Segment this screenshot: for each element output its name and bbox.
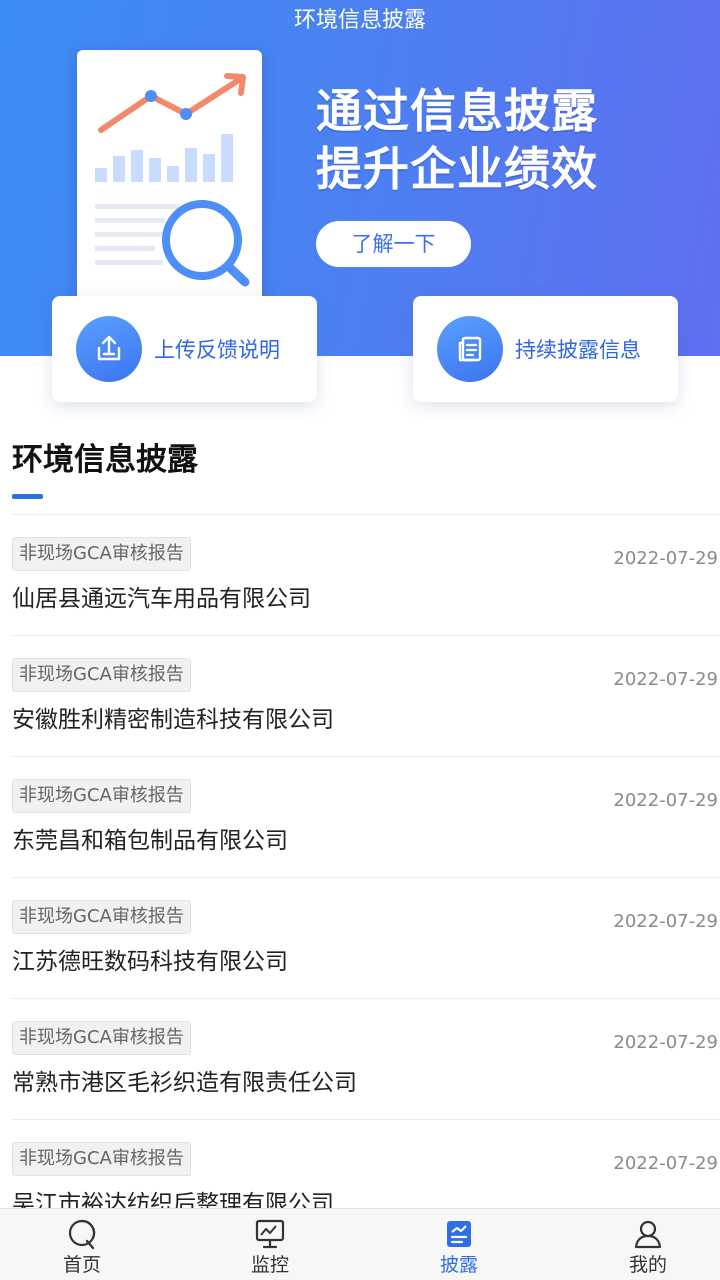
upload-icon xyxy=(76,316,142,382)
section-title: 环境信息披露 xyxy=(12,442,198,478)
document-list-icon xyxy=(437,316,503,382)
report-date: 2022-07-29 xyxy=(613,790,718,811)
list-item[interactable]: 非现场GCA审核报告 2022-07-29 安徽胜利精密制造科技有限公司 xyxy=(0,636,720,757)
continuous-disclosure-label: 持续披露信息 xyxy=(515,338,641,362)
company-name: 仙居县通远汽车用品有限公司 xyxy=(12,586,311,612)
report-type-tag: 非现场GCA审核报告 xyxy=(12,1021,191,1055)
section-title-underline xyxy=(12,494,43,499)
tab-disclosure[interactable]: 披露 xyxy=(399,1209,519,1280)
list-item[interactable]: 非现场GCA审核报告 2022-07-29 常熟市港区毛衫织造有限责任公司 xyxy=(0,999,720,1120)
tab-disclosure-label: 披露 xyxy=(439,1254,478,1276)
report-date: 2022-07-29 xyxy=(613,911,718,932)
report-type-tag: 非现场GCA审核报告 xyxy=(12,537,191,571)
upload-feedback-card[interactable]: 上传反馈说明 xyxy=(52,296,317,402)
report-type-tag: 非现场GCA审核报告 xyxy=(12,1142,191,1176)
company-name: 安徽胜利精密制造科技有限公司 xyxy=(12,707,334,733)
tab-home-label: 首页 xyxy=(62,1254,101,1276)
list-item[interactable]: 非现场GCA审核报告 2022-07-29 仙居县通远汽车用品有限公司 xyxy=(0,515,720,636)
list-item[interactable]: 非现场GCA审核报告 2022-07-29 东莞昌和箱包制品有限公司 xyxy=(0,757,720,878)
tab-monitor[interactable]: 监控 xyxy=(210,1209,330,1280)
monitor-icon xyxy=(253,1217,287,1251)
banner-headline-line2: 提升企业绩效 xyxy=(316,142,598,196)
list-item[interactable]: 非现场GCA审核报告 2022-07-29 江苏德旺数码科技有限公司 xyxy=(0,878,720,999)
company-name: 江苏德旺数码科技有限公司 xyxy=(12,949,288,975)
tab-profile-label: 我的 xyxy=(628,1254,667,1276)
disclosure-icon xyxy=(442,1217,476,1251)
home-icon xyxy=(65,1217,99,1251)
report-date: 2022-07-29 xyxy=(613,1032,718,1053)
disclosure-page: 环境信息披露 通过信息披露 提升企业绩效 了解一下 上传反馈说明 持续披露信息 … xyxy=(0,0,720,1280)
report-type-tag: 非现场GCA审核报告 xyxy=(12,900,191,934)
continuous-disclosure-card[interactable]: 持续披露信息 xyxy=(413,296,678,402)
company-name: 常熟市港区毛衫织造有限责任公司 xyxy=(12,1070,357,1096)
report-date: 2022-07-29 xyxy=(613,548,718,569)
report-date: 2022-07-29 xyxy=(613,1153,718,1174)
bottom-tab-bar: 首页 监控 披露 我的 xyxy=(0,1208,720,1280)
user-icon xyxy=(631,1217,665,1251)
banner-headline-line1: 通过信息披露 xyxy=(316,84,598,138)
disclosure-list: 非现场GCA审核报告 2022-07-29 仙居县通远汽车用品有限公司 非现场G… xyxy=(0,515,720,1241)
report-chart-icon xyxy=(95,73,250,287)
tab-profile[interactable]: 我的 xyxy=(588,1209,708,1280)
company-name: 东莞昌和箱包制品有限公司 xyxy=(12,828,288,854)
report-illustration xyxy=(77,50,262,312)
tab-home[interactable]: 首页 xyxy=(22,1209,142,1280)
page-title: 环境信息披露 xyxy=(293,8,426,33)
upload-feedback-label: 上传反馈说明 xyxy=(154,338,280,362)
tab-monitor-label: 监控 xyxy=(250,1254,289,1276)
report-date: 2022-07-29 xyxy=(613,669,718,690)
report-type-tag: 非现场GCA审核报告 xyxy=(12,779,191,813)
learn-more-button[interactable]: 了解一下 xyxy=(316,221,471,267)
report-type-tag: 非现场GCA审核报告 xyxy=(12,658,191,692)
